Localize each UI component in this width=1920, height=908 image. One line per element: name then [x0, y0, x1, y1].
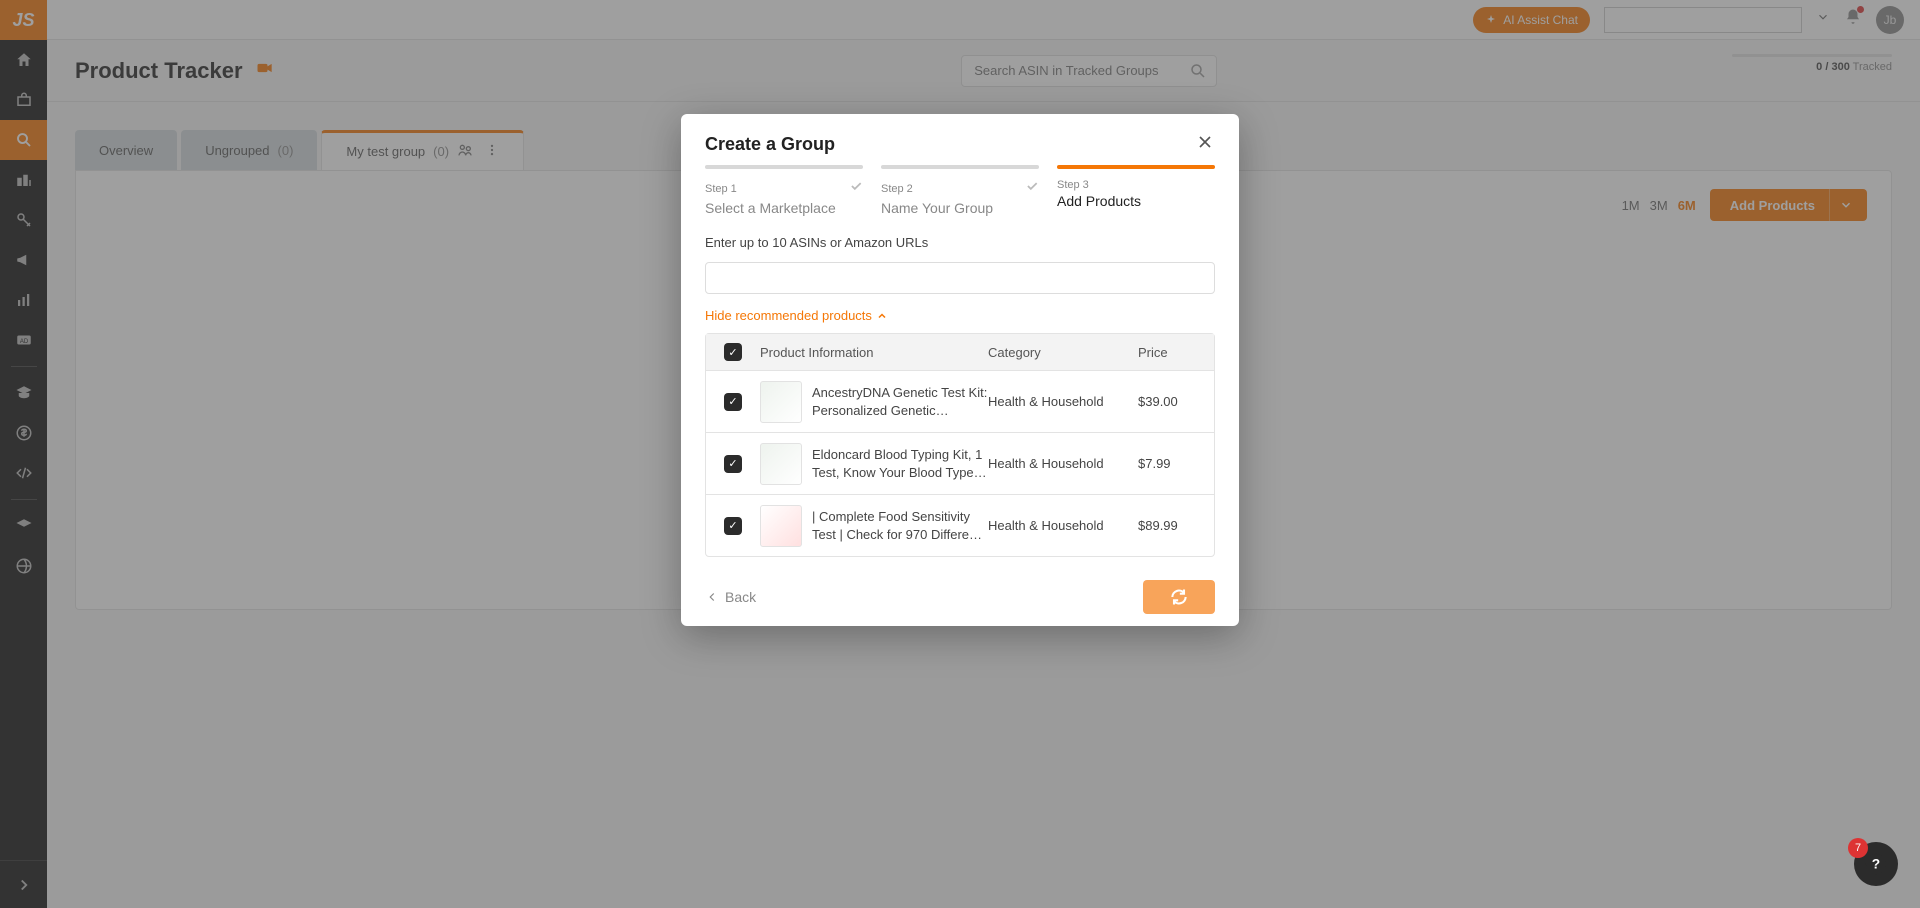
row-checkbox[interactable]: ✓ — [724, 393, 742, 411]
modal-title: Create a Group — [705, 134, 835, 155]
modal-body: Enter up to 10 ASINs or Amazon URLs Hide… — [681, 230, 1239, 568]
step-1: Step 1 Select a Marketplace — [705, 165, 863, 216]
help-badge: 7 — [1848, 838, 1868, 858]
back-button[interactable]: Back — [705, 589, 756, 605]
asin-input-label: Enter up to 10 ASINs or Amazon URLs — [705, 235, 928, 250]
product-thumbnail — [760, 505, 802, 547]
step-2: Step 2 Name Your Group — [881, 165, 1039, 216]
check-icon — [1025, 179, 1039, 198]
refresh-icon — [1169, 587, 1189, 607]
recommended-products-table: ✓ Product Information Category Price ✓ A… — [705, 333, 1215, 557]
chevron-up-icon — [876, 310, 888, 322]
step-name: Name Your Group — [881, 200, 1039, 216]
step-indicator: Step 1 Select a Marketplace Step 2 Name … — [681, 165, 1239, 230]
chevron-left-icon — [705, 590, 719, 604]
product-row: ✓ AncestryDNA Genetic Test Kit: Personal… — [706, 370, 1214, 432]
modal-header: Create a Group — [681, 114, 1239, 165]
product-name: Eldoncard Blood Typing Kit, 1 Test, Know… — [812, 446, 988, 481]
product-name: AncestryDNA Genetic Test Kit: Personaliz… — [812, 384, 988, 419]
question-icon: ? — [1865, 853, 1887, 875]
asin-input[interactable] — [705, 262, 1215, 294]
hide-recommended-toggle[interactable]: Hide recommended products — [705, 308, 1227, 323]
create-group-modal: Create a Group Step 1 Select a Marketpla… — [681, 114, 1239, 626]
table-header-row: ✓ Product Information Category Price — [706, 334, 1214, 370]
hide-recommended-label: Hide recommended products — [705, 308, 872, 323]
row-checkbox[interactable]: ✓ — [724, 517, 742, 535]
header-price: Price — [1138, 345, 1214, 360]
row-checkbox[interactable]: ✓ — [724, 455, 742, 473]
product-thumbnail — [760, 443, 802, 485]
product-thumbnail — [760, 381, 802, 423]
close-icon[interactable] — [1195, 132, 1215, 157]
product-name: | Complete Food Sensitivity Test | Check… — [812, 508, 988, 543]
check-icon — [849, 179, 863, 198]
product-category: Health & Household — [988, 518, 1138, 533]
header-category: Category — [988, 345, 1138, 360]
product-price: $7.99 — [1138, 456, 1214, 471]
product-price: $39.00 — [1138, 394, 1214, 409]
step-3: Step 3 Add Products — [1057, 165, 1215, 216]
select-all-checkbox[interactable]: ✓ — [724, 343, 742, 361]
step-number: Step 2 — [881, 183, 913, 195]
step-number: Step 1 — [705, 183, 737, 195]
step-name: Select a Marketplace — [705, 200, 863, 216]
product-row: ✓ Eldoncard Blood Typing Kit, 1 Test, Kn… — [706, 432, 1214, 494]
step-name: Add Products — [1057, 193, 1215, 209]
product-price: $89.99 — [1138, 518, 1214, 533]
header-product-info: Product Information — [760, 345, 988, 360]
back-label: Back — [725, 589, 756, 605]
product-category: Health & Household — [988, 456, 1138, 471]
product-row: ✓ | Complete Food Sensitivity Test | Che… — [706, 494, 1214, 556]
product-category: Health & Household — [988, 394, 1138, 409]
modal-footer: Back — [681, 568, 1239, 626]
submit-button[interactable] — [1143, 580, 1215, 614]
step-number: Step 3 — [1057, 179, 1089, 191]
svg-text:?: ? — [1872, 857, 1880, 872]
help-chat-button[interactable]: 7 ? — [1854, 842, 1898, 886]
